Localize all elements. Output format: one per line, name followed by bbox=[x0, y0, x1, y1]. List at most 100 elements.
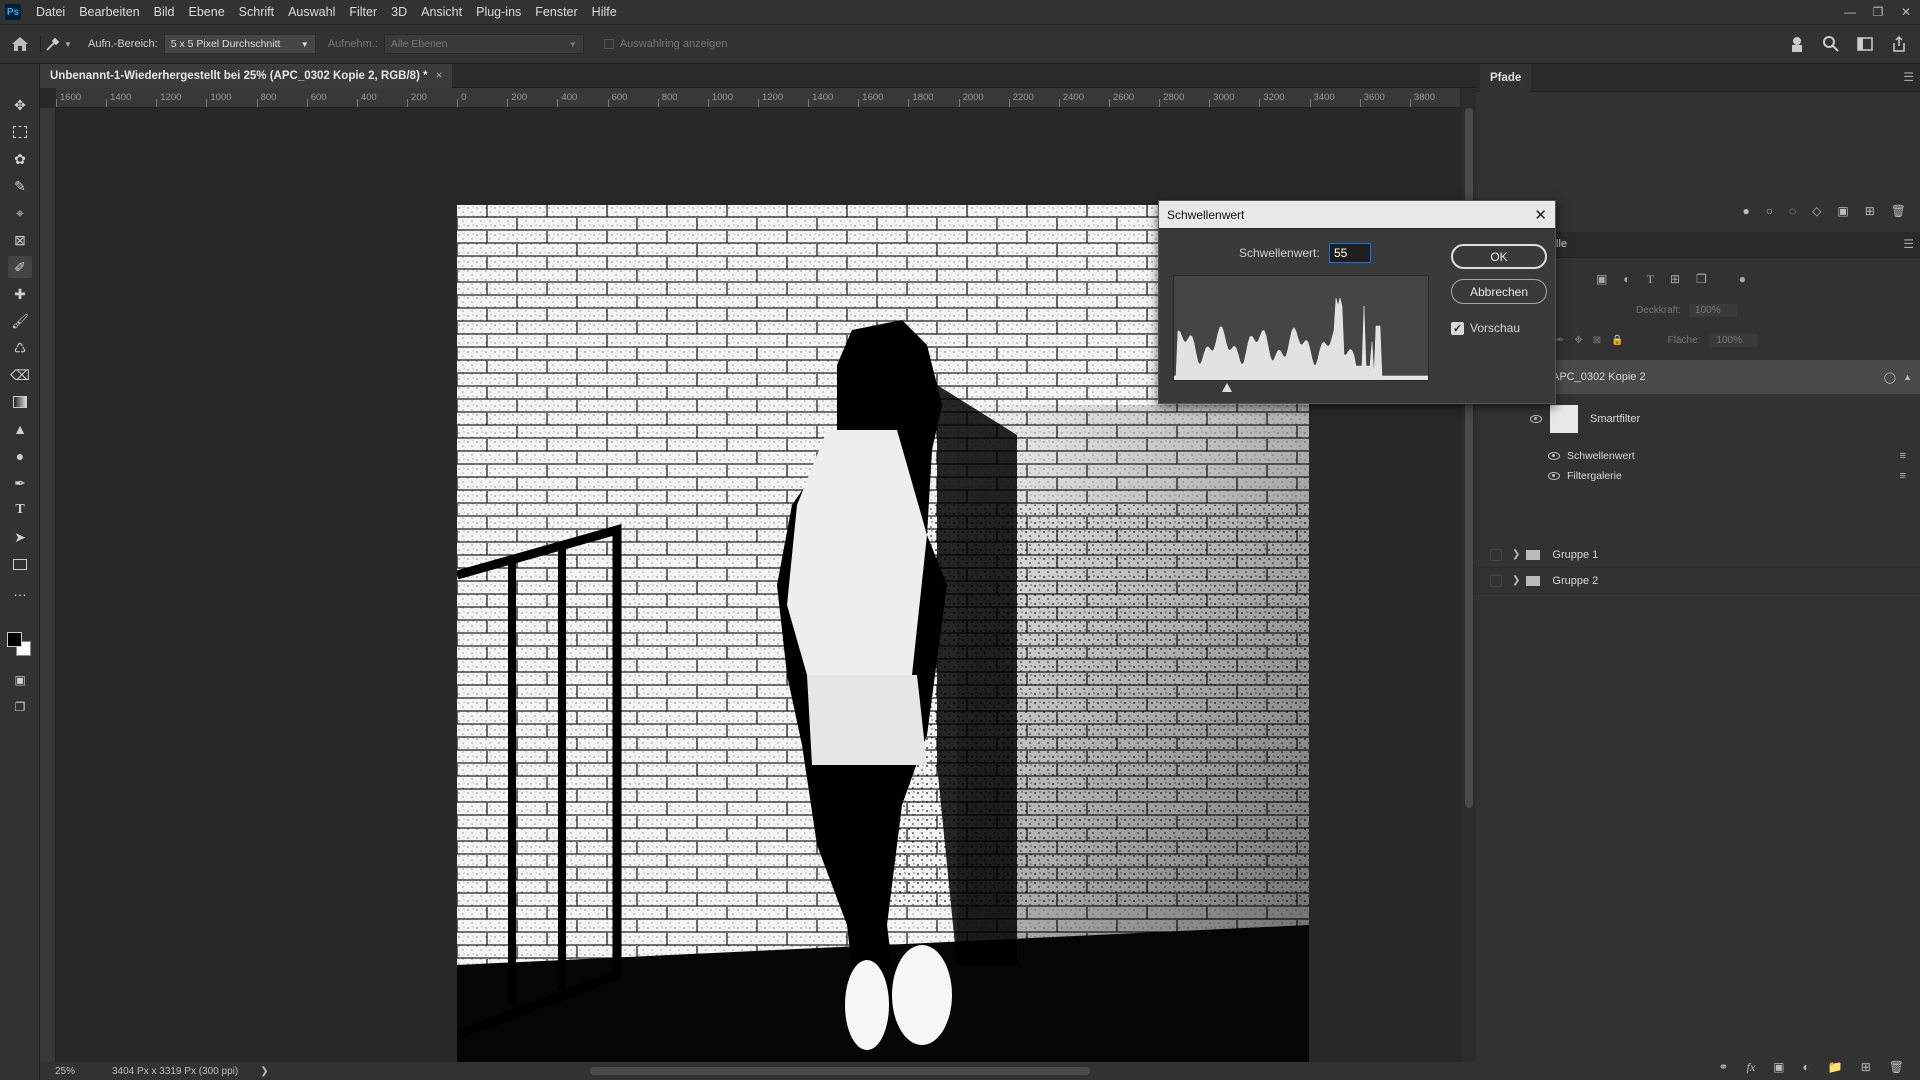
menu-fenster[interactable]: Fenster bbox=[528, 0, 584, 24]
fx-icon[interactable]: fx bbox=[1746, 1060, 1755, 1075]
lock-artboard-icon[interactable]: ⊠ bbox=[1593, 335, 1601, 346]
preview-checkbox-row[interactable]: ✓ Vorschau bbox=[1451, 321, 1520, 335]
menu-filter[interactable]: Filter bbox=[342, 0, 384, 24]
workspace-icon[interactable] bbox=[1856, 35, 1874, 53]
folder-icon[interactable]: 📁 bbox=[1828, 1060, 1843, 1074]
tab-ebenen[interactable]: lle bbox=[1556, 238, 1567, 250]
foreground-color-swatch[interactable] bbox=[7, 632, 22, 647]
visibility-toggle[interactable] bbox=[1490, 548, 1502, 561]
lock-position-icon[interactable]: ✥ bbox=[1574, 335, 1582, 346]
eyedropper-icon[interactable]: ▼ bbox=[40, 36, 76, 52]
home-icon[interactable] bbox=[0, 36, 40, 52]
menu-ebene[interactable]: Ebene bbox=[182, 0, 232, 24]
tab-pfade[interactable]: Pfade bbox=[1480, 64, 1532, 92]
dialog-title-bar[interactable]: Schwellenwert ✕ bbox=[1159, 201, 1555, 229]
lasso-icon[interactable]: ✿ bbox=[8, 148, 32, 170]
threshold-slider[interactable] bbox=[1173, 383, 1429, 395]
fill-path-icon[interactable]: ● bbox=[1742, 204, 1749, 218]
ok-button[interactable]: OK bbox=[1451, 244, 1547, 269]
visibility-toggle[interactable] bbox=[1490, 574, 1502, 587]
quick-select-icon[interactable]: ✎ bbox=[8, 175, 32, 197]
mask-icon[interactable]: ▣ bbox=[1773, 1060, 1784, 1074]
menu-bild[interactable]: Bild bbox=[147, 0, 182, 24]
dodge-icon[interactable]: ● bbox=[8, 445, 32, 467]
new-layer-icon[interactable]: ⊞ bbox=[1861, 1060, 1871, 1074]
lock-pixels-icon[interactable]: ✒ bbox=[1556, 335, 1564, 346]
layer-row-smartfilter[interactable]: Smartfilter bbox=[1476, 402, 1920, 436]
add-mask-icon[interactable]: ▣ bbox=[1837, 204, 1848, 218]
sample-size-select[interactable]: 5 x 5 Pixel Durchschnitt ▼ bbox=[163, 34, 316, 54]
path-select-icon[interactable]: ➤ bbox=[8, 526, 32, 548]
lock-all-icon[interactable]: 🔒 bbox=[1611, 335, 1623, 346]
close-window-icon[interactable]: ✕ bbox=[1892, 0, 1920, 24]
blur-icon[interactable]: ▲ bbox=[8, 418, 32, 440]
menu-hilfe[interactable]: Hilfe bbox=[585, 0, 624, 24]
eraser-icon[interactable]: ⌫ bbox=[8, 364, 32, 386]
filter-toggle-icon[interactable]: ● bbox=[1739, 272, 1746, 287]
pixel-filter-icon[interactable]: ▣ bbox=[1596, 272, 1607, 287]
eye-icon[interactable] bbox=[1548, 452, 1560, 460]
eyedropper-tool-icon[interactable]: ✐ bbox=[8, 256, 32, 278]
menu-3d[interactable]: 3D bbox=[384, 0, 414, 24]
link-icon[interactable]: ⚭ bbox=[1718, 1060, 1728, 1074]
search-icon[interactable] bbox=[1822, 35, 1840, 53]
menu-bearbeiten[interactable]: Bearbeiten bbox=[72, 0, 146, 24]
close-tab-icon[interactable]: × bbox=[436, 70, 443, 82]
adjust-filter-icon[interactable]: ◐ bbox=[1623, 272, 1630, 287]
filter-options-icon[interactable]: ≡ bbox=[1900, 470, 1906, 482]
fill-value[interactable]: 100% bbox=[1710, 334, 1759, 347]
panel-menu-icon[interactable]: ☰ bbox=[1903, 70, 1914, 84]
cancel-button[interactable]: Abbrechen bbox=[1451, 279, 1547, 304]
frame-icon[interactable]: ⊠ bbox=[8, 229, 32, 251]
slider-handle-icon[interactable] bbox=[1221, 383, 1232, 392]
horizontal-scrollbar[interactable] bbox=[590, 1067, 1090, 1075]
shape-icon[interactable] bbox=[8, 553, 32, 575]
trash-icon[interactable]: 🗑 bbox=[1891, 204, 1906, 218]
document-tab[interactable]: Unbenannt-1-Wiederhergestellt bei 25% (A… bbox=[40, 64, 453, 88]
chevron-right-icon[interactable]: ❯ bbox=[1512, 549, 1520, 560]
adjustment-icon[interactable]: ◐ bbox=[1803, 1060, 1810, 1074]
brush-icon[interactable]: 🖌 bbox=[8, 310, 32, 332]
quick-mask-icon[interactable]: ▣ bbox=[8, 669, 32, 691]
make-path-icon[interactable]: ◇ bbox=[1812, 204, 1821, 218]
new-path-icon[interactable]: ⊞ bbox=[1865, 204, 1875, 218]
menu-plugins[interactable]: Plug-ins bbox=[469, 0, 528, 24]
move-icon[interactable]: ✥ bbox=[8, 94, 32, 116]
menu-auswahl[interactable]: Auswahl bbox=[281, 0, 342, 24]
preview-checkbox[interactable]: ✓ bbox=[1451, 321, 1464, 335]
minimize-icon[interactable]: — bbox=[1836, 0, 1864, 24]
layer-row-filtergalerie[interactable]: Filtergalerie ≡ bbox=[1476, 466, 1920, 486]
learn-icon[interactable] bbox=[1788, 35, 1806, 53]
menu-ansicht[interactable]: Ansicht bbox=[414, 0, 469, 24]
type-filter-icon[interactable]: T bbox=[1647, 272, 1654, 287]
zoom-level[interactable]: 25% bbox=[40, 1066, 90, 1077]
layer-row-schwellenwert[interactable]: Schwellenwert ≡ bbox=[1476, 446, 1920, 466]
eye-icon[interactable] bbox=[1530, 415, 1542, 423]
smart-filter-icon[interactable]: ❐ bbox=[1696, 272, 1707, 287]
crop-icon[interactable]: ⌖ bbox=[8, 202, 32, 224]
load-selection-icon[interactable]: ◌ bbox=[1789, 204, 1796, 218]
chevron-up-icon[interactable]: ▲ bbox=[1903, 372, 1912, 382]
close-icon[interactable]: ✕ bbox=[1534, 206, 1547, 224]
filter-options-icon[interactable]: ≡ bbox=[1900, 450, 1906, 462]
panel-menu-icon[interactable]: ☰ bbox=[1903, 237, 1914, 251]
marquee-icon[interactable] bbox=[8, 121, 32, 143]
sample-select[interactable]: Alle Ebenen ▼ bbox=[383, 34, 584, 54]
screen-mode-icon[interactable]: ❐ bbox=[8, 696, 32, 718]
healing-icon[interactable]: ✚ bbox=[8, 283, 32, 305]
layer-row-gruppe-1[interactable]: ❯ Gruppe 1 bbox=[1476, 542, 1920, 568]
trash-icon[interactable]: 🗑 bbox=[1889, 1060, 1904, 1074]
restore-icon[interactable]: ❐ bbox=[1864, 0, 1892, 24]
layer-row-gruppe-2[interactable]: ❯ Gruppe 2 bbox=[1476, 568, 1920, 594]
more-icon[interactable]: … bbox=[8, 580, 32, 602]
chevron-right-icon[interactable]: ❯ bbox=[1512, 575, 1520, 586]
status-menu-icon[interactable]: ❯ bbox=[260, 1066, 268, 1077]
stamp-icon[interactable]: ♺ bbox=[8, 337, 32, 359]
shape-filter-icon[interactable]: ⊞ bbox=[1670, 272, 1680, 287]
type-icon[interactable]: T bbox=[8, 499, 32, 521]
stroke-path-icon[interactable]: ○ bbox=[1766, 204, 1773, 218]
menu-datei[interactable]: Datei bbox=[29, 0, 72, 24]
share-icon[interactable] bbox=[1890, 35, 1908, 53]
menu-schrift[interactable]: Schrift bbox=[232, 0, 281, 24]
opacity-value[interactable]: 100% bbox=[1689, 304, 1738, 317]
